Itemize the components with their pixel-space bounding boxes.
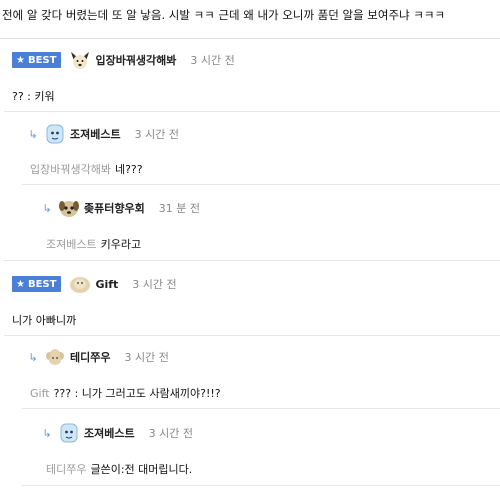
comment-header: ★ BEST Gift 3 시간 전 xyxy=(12,273,177,295)
dog-avatar-icon[interactable] xyxy=(69,49,91,71)
comment-nickname[interactable]: 입장바꿔생각해봐 xyxy=(95,52,176,68)
puppy-avatar-icon[interactable] xyxy=(69,273,91,295)
comment-nickname[interactable]: 조져베스트 xyxy=(84,425,135,441)
star-icon: ★ xyxy=(16,278,25,290)
comment-header: ↳ 좆퓨터향우회 31 분 전 xyxy=(40,197,200,219)
dog-face-avatar-icon[interactable] xyxy=(58,197,80,219)
divider xyxy=(22,408,500,409)
comment-text: 조져베스트 키우라고 xyxy=(46,238,142,251)
reply-arrow-icon: ↳ xyxy=(42,426,52,440)
comment-header: ★ BEST 입장바꿔생각해봐 3 시간 전 xyxy=(12,49,235,71)
reply-arrow-icon: ↳ xyxy=(28,127,38,141)
comment-nickname[interactable]: 테디쭈우 xyxy=(70,349,110,365)
divider xyxy=(0,38,500,39)
comment-time: 3 시간 전 xyxy=(190,54,235,67)
divider xyxy=(22,485,500,486)
best-badge: ★ BEST xyxy=(12,52,62,68)
best-badge: ★ BEST xyxy=(12,276,62,292)
comment-text: 테디쭈우 글쓴이:전 대머립니다. xyxy=(46,463,193,476)
comment-nickname[interactable]: 좆퓨터향우회 xyxy=(84,200,145,216)
mention-link[interactable]: Gift xyxy=(30,387,50,400)
mention-link[interactable]: 테디쭈우 xyxy=(46,463,86,476)
comment-time: 31 분 전 xyxy=(158,202,200,215)
poodle-avatar-icon[interactable] xyxy=(44,346,66,368)
comment-time: 3 시간 전 xyxy=(124,351,169,364)
comment-text: 니가 아빠니까 xyxy=(12,314,77,327)
post-text: 전에 알 갖다 버렸는데 또 알 낳음. 시발 ㅋㅋ 근데 왜 내가 오니까 품… xyxy=(2,8,446,22)
blue-character-avatar-icon[interactable] xyxy=(58,422,80,444)
comment-nickname[interactable]: Gift xyxy=(95,278,118,291)
comment-time: 3 시간 전 xyxy=(148,427,193,440)
divider xyxy=(4,111,500,112)
comment-nickname[interactable]: 조져베스트 xyxy=(70,126,121,142)
comment-time: 3 시간 전 xyxy=(134,128,179,141)
comment-header: ↳ 테디쭈우 3 시간 전 xyxy=(26,346,169,368)
comment-text: ?? : 키워 xyxy=(12,90,55,103)
blue-character-avatar-icon[interactable] xyxy=(44,123,66,145)
star-icon: ★ xyxy=(16,54,25,66)
divider xyxy=(4,260,500,261)
mention-link[interactable]: 입장바꿔생각해봐 xyxy=(30,163,111,176)
comment-header: ↳ 조져베스트 3 시간 전 xyxy=(40,422,193,444)
divider xyxy=(4,335,500,336)
reply-arrow-icon: ↳ xyxy=(42,201,52,215)
reply-arrow-icon: ↳ xyxy=(28,350,38,364)
comment-header: ↳ 조져베스트 3 시간 전 xyxy=(26,123,179,145)
divider xyxy=(22,184,500,185)
mention-link[interactable]: 조져베스트 xyxy=(46,238,97,251)
comment-time: 3 시간 전 xyxy=(132,278,177,291)
comment-text: Gift??? : 니가 그러고도 사람새끼야?!!? xyxy=(30,387,221,400)
comment-text: 입장바꿔생각해봐 네??? xyxy=(30,163,143,176)
